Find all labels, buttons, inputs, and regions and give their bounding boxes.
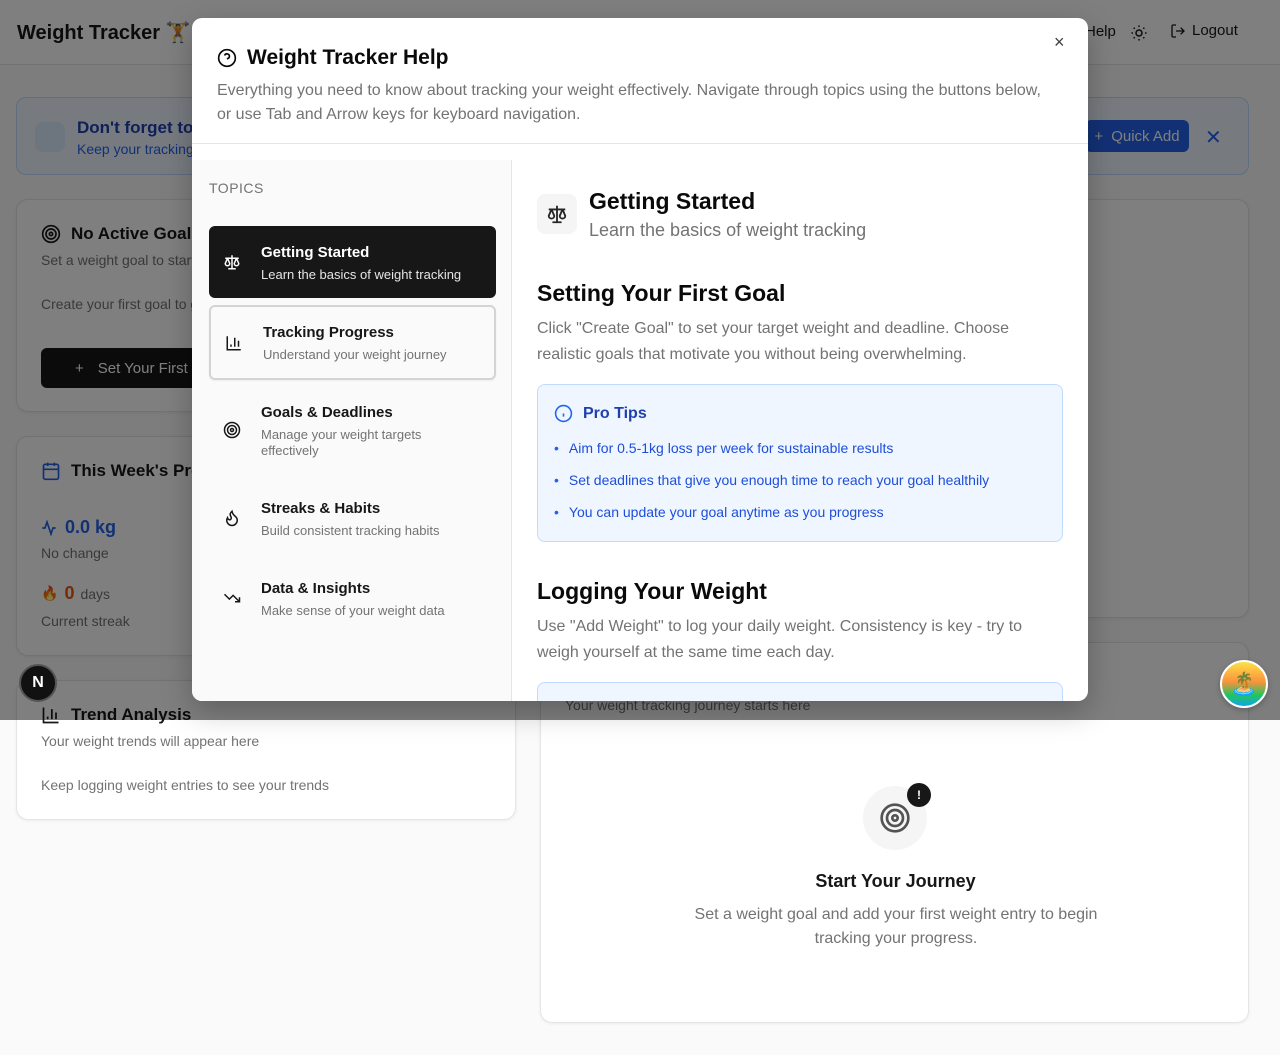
topic-desc: Understand your weight journey: [263, 347, 447, 362]
info-icon: [554, 404, 573, 423]
tip-item: • Aim for 0.5-1kg loss per week for susta…: [554, 440, 894, 456]
topic-goals-deadlines[interactable]: Goals & Deadlines Manage your weight tar…: [209, 386, 496, 474]
topics-sidebar: TOPICS Getting Started Learn the basics …: [192, 160, 512, 701]
tips-box-partial: [537, 682, 1063, 701]
trend-card-body: Keep logging weight entries to see your …: [41, 777, 329, 793]
pro-tips-heading: Pro Tips: [554, 404, 647, 423]
topic-name: Tracking Progress: [263, 324, 394, 341]
scale-icon-box: [537, 194, 577, 234]
n-badge[interactable]: N: [19, 664, 57, 702]
topic-tracking-progress[interactable]: Tracking Progress Understand your weight…: [209, 305, 496, 380]
tip-text: Aim for 0.5-1kg loss per week for sustai…: [568, 440, 894, 456]
avatar[interactable]: 🏝️: [1220, 660, 1268, 708]
topics-label: TOPICS: [209, 180, 264, 196]
tip-item: • You can update your goal anytime as you…: [554, 504, 884, 520]
topic-desc: Manage your weight targets effectively: [261, 427, 422, 458]
content-title: Getting Started: [589, 188, 756, 214]
pro-tips-title: Pro Tips: [583, 404, 647, 422]
topic-name: Getting Started: [261, 244, 370, 261]
flame-icon: [225, 509, 239, 527]
alert-badge: !: [907, 783, 931, 807]
section-text: Click "Create Goal" to set your target w…: [537, 320, 1010, 363]
dialog-divider: [192, 143, 1088, 144]
section-text: Use "Add Weight" to log your daily weigh…: [537, 618, 1023, 661]
topic-desc: Learn the basics of weight tracking: [261, 267, 462, 282]
topic-desc: Make sense of your weight data: [261, 603, 445, 618]
section-heading: Logging Your Weight: [537, 578, 767, 604]
scale-icon: [224, 255, 240, 270]
tip-text: You can update your goal anytime as you …: [568, 504, 884, 520]
topic-name: Data & Insights: [261, 580, 371, 597]
topic-desc: Build consistent tracking habits: [261, 523, 440, 538]
help-circle-icon: [217, 48, 237, 68]
journey-description: Set a weight goal and add your first wei…: [694, 906, 1098, 947]
content-subtitle: Learn the basics of weight tracking: [589, 220, 867, 240]
tip-text: Set deadlines that give you enough time …: [568, 472, 990, 488]
tip-item: • Set deadlines that give you enough time…: [554, 472, 990, 488]
dialog-title-text: Weight Tracker Help: [247, 46, 449, 69]
section-heading: Setting Your First Goal: [537, 280, 786, 306]
pro-tips-box: Pro Tips • Aim for 0.5-1kg loss per week …: [537, 384, 1063, 542]
topic-streaks-habits[interactable]: Streaks & Habits Build consistent tracki…: [209, 482, 496, 554]
target-icon: [223, 421, 241, 439]
topic-getting-started[interactable]: Getting Started Learn the basics of weig…: [209, 226, 496, 298]
dialog-description: Everything you need to know about tracki…: [217, 82, 1041, 123]
journey-title: Start Your Journey: [815, 871, 976, 891]
scale-icon: [547, 205, 567, 224]
topic-name: Goals & Deadlines: [261, 404, 393, 421]
trending-down-icon: [223, 593, 241, 603]
topic-content: Getting Started Learn the basics of weig…: [513, 160, 1088, 701]
dialog-title: Weight Tracker Help: [217, 46, 449, 70]
close-icon[interactable]: ×: [1054, 32, 1065, 53]
help-dialog: × Weight Tracker Help Everything you nee…: [192, 18, 1088, 701]
bar-chart-icon: [226, 336, 241, 351]
trend-card-subtitle: Your weight trends will appear here: [41, 733, 260, 749]
topic-name: Streaks & Habits: [261, 500, 381, 517]
topic-data-insights[interactable]: Data & Insights Make sense of your weigh…: [209, 562, 496, 634]
